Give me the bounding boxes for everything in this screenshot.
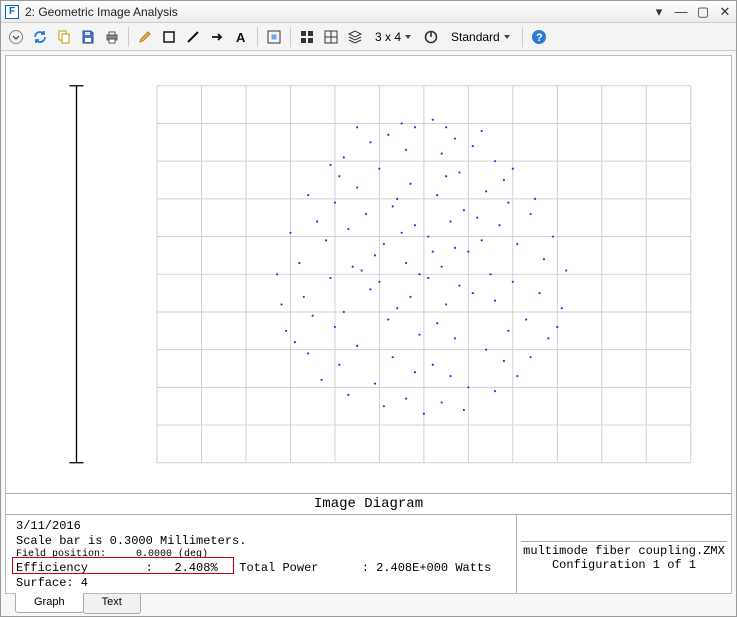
eff-label: Efficiency xyxy=(16,561,88,575)
expand-button[interactable] xyxy=(5,26,27,48)
window-title: 2: Geometric Image Analysis xyxy=(25,5,652,19)
grid-size-label: 3 x 4 xyxy=(375,30,401,44)
refresh-icon xyxy=(32,29,48,45)
plot-canvas xyxy=(6,56,731,493)
close-button[interactable]: ✕ xyxy=(718,4,732,20)
arrow-icon xyxy=(209,29,225,45)
text-tool[interactable]: A xyxy=(230,26,252,48)
mode-dropdown[interactable]: Standard xyxy=(444,26,517,48)
power-value: 2.408E+000 Watts xyxy=(376,561,491,575)
caret-down-icon xyxy=(504,35,510,39)
mode-label: Standard xyxy=(451,30,500,44)
grid-outline-icon xyxy=(323,29,339,45)
grid-size-dropdown[interactable]: 3 x 4 xyxy=(368,26,418,48)
diagram-title: Image Diagram xyxy=(6,493,731,514)
dropdown-icon[interactable]: ▾ xyxy=(652,4,666,20)
refresh-button[interactable] xyxy=(29,26,51,48)
caret-down-icon xyxy=(405,35,411,39)
svg-text:?: ? xyxy=(536,32,543,44)
zoom-extents-button[interactable] xyxy=(263,26,285,48)
power-icon xyxy=(423,29,439,45)
info-right: multimode fiber coupling.ZMX Configurati… xyxy=(516,515,731,594)
help-icon: ? xyxy=(531,29,547,45)
arrow-tool[interactable] xyxy=(206,26,228,48)
pencil-icon xyxy=(137,29,153,45)
square-icon xyxy=(161,29,177,45)
target-button[interactable] xyxy=(420,26,442,48)
chevron-down-circle-icon xyxy=(8,29,24,45)
layout2-button[interactable] xyxy=(320,26,342,48)
tab-graph[interactable]: Graph xyxy=(15,593,84,613)
info-eff-power-row: Efficiency : 2.408% Total Power : 2.408E… xyxy=(16,561,508,576)
info-block: 3/11/2016 Scale bar is 0.3000 Millimeter… xyxy=(6,514,731,594)
layers-icon xyxy=(347,29,363,45)
plot-area xyxy=(6,56,731,493)
info-surface: Surface: 4 xyxy=(16,576,508,591)
window-controls: ▾ — ▢ ✕ xyxy=(652,4,732,20)
app-icon: F xyxy=(5,5,19,19)
file-name: multimode fiber coupling.ZMX xyxy=(521,544,727,558)
printer-icon xyxy=(104,29,120,45)
rectangle-tool[interactable] xyxy=(158,26,180,48)
toolbar-separator xyxy=(257,27,258,47)
info-left: 3/11/2016 Scale bar is 0.3000 Millimeter… xyxy=(6,515,516,594)
layers-button[interactable] xyxy=(344,26,366,48)
copy-icon xyxy=(56,29,72,45)
grid-bold-icon xyxy=(299,29,315,45)
line-tool[interactable] xyxy=(182,26,204,48)
copy-button[interactable] xyxy=(53,26,75,48)
maximize-button[interactable]: ▢ xyxy=(696,4,710,20)
config-line: Configuration 1 of 1 xyxy=(521,558,727,572)
save-button[interactable] xyxy=(77,26,99,48)
zoom-box-icon xyxy=(266,29,282,45)
layout1-button[interactable] xyxy=(296,26,318,48)
floppy-icon xyxy=(80,29,96,45)
eff-value: 2.408% xyxy=(174,561,217,575)
line-icon xyxy=(185,29,201,45)
tabs-row: Graph Text xyxy=(1,594,736,616)
toolbar-separator xyxy=(290,27,291,47)
window-root: F 2: Geometric Image Analysis ▾ — ▢ ✕ xyxy=(0,0,737,617)
toolbar-separator xyxy=(522,27,523,47)
toolbar-separator xyxy=(128,27,129,47)
info-date: 3/11/2016 xyxy=(16,519,508,534)
edit-button[interactable] xyxy=(134,26,156,48)
info-fieldpos: Field position: 0.0000 (deg) xyxy=(16,549,508,562)
text-a-icon: A xyxy=(233,29,249,45)
svg-text:A: A xyxy=(236,30,246,45)
help-button[interactable]: ? xyxy=(528,26,550,48)
print-button[interactable] xyxy=(101,26,123,48)
power-label: Total Power xyxy=(239,561,318,575)
tab-text[interactable]: Text xyxy=(83,594,141,614)
titlebar: F 2: Geometric Image Analysis ▾ — ▢ ✕ xyxy=(1,1,736,23)
minimize-button[interactable]: — xyxy=(674,4,688,19)
content-area: Image Diagram 3/11/2016 Scale bar is 0.3… xyxy=(5,55,732,594)
toolbar: A 3 x 4 Standard ? xyxy=(1,23,736,51)
info-scale: Scale bar is 0.3000 Millimeters. xyxy=(16,534,508,549)
